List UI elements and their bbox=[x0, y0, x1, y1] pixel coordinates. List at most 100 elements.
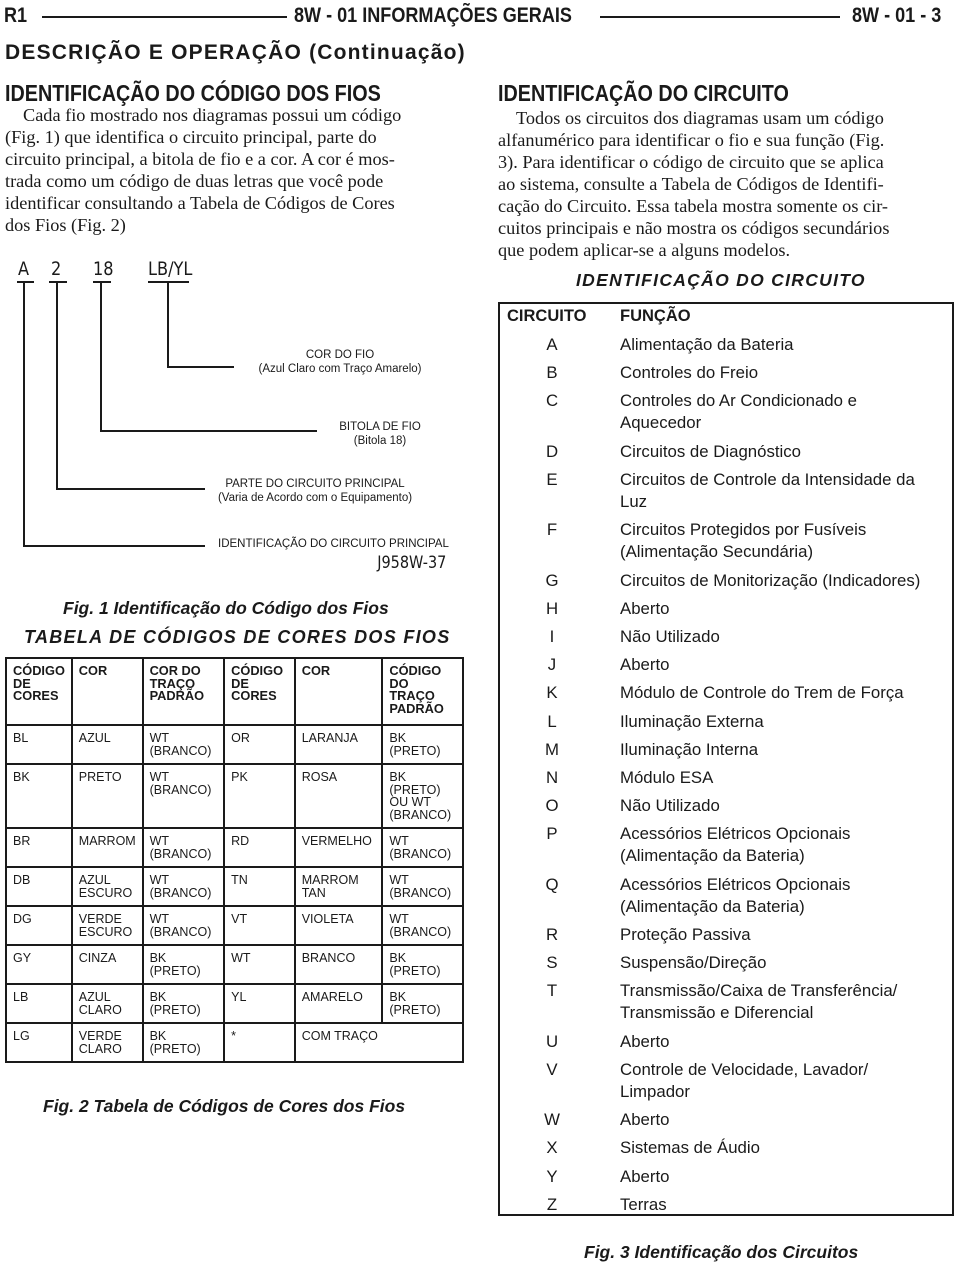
circuit-code: E bbox=[546, 469, 558, 489]
circuit-code: G bbox=[545, 570, 559, 590]
table-cell: BR bbox=[5, 827, 73, 868]
wire-code-heading: IDENTIFICAÇÃO DO CÓDIGO DOS FIOS bbox=[5, 80, 381, 106]
circuit-function: Circuitos de Monitorização (Indicadores) bbox=[620, 570, 921, 590]
table-row: DB AZUL ESCURO WT (BRANCO) TN MARROM TAN… bbox=[5, 866, 464, 907]
header-cell: CÓDIGO DE CORES bbox=[5, 657, 73, 726]
table-cell: AZUL ESCURO bbox=[70, 866, 144, 907]
leader-color bbox=[167, 282, 234, 368]
circuit-table-title: IDENTIFICAÇÃO DO CIRCUITO bbox=[576, 270, 866, 290]
circuit-code: O bbox=[545, 796, 559, 816]
circuit-id-paragraph: Todos os circuitos dos diagramas usam um… bbox=[498, 107, 957, 261]
table-cell: BK (PRETO) bbox=[381, 983, 464, 1024]
table-cell: VERDE ESCURO bbox=[70, 905, 144, 946]
label-wire-color: COR DO FIO (Azul Claro com Traço Amarelo… bbox=[258, 349, 422, 375]
circuit-function: Acessórios Elétricos Opcionais (Alimenta… bbox=[620, 874, 851, 916]
header-cell: COR bbox=[70, 657, 144, 726]
circuit-function: Não Utilizado bbox=[620, 796, 720, 816]
table-row: BR MARROM WT (BRANCO) RD VERMELHO WT (BR… bbox=[5, 827, 464, 868]
circuit-column-header: CIRCUITO bbox=[507, 307, 587, 325]
circuit-code: A bbox=[546, 335, 558, 354]
circuit-code: K bbox=[546, 683, 558, 703]
figure3-caption: Fig. 3 Identificação dos Circuitos bbox=[584, 1242, 859, 1262]
figure-reference-code: J958W-37 bbox=[376, 553, 446, 573]
circuit-code: V bbox=[546, 1059, 558, 1079]
circuit-code: I bbox=[549, 626, 555, 646]
circuit-function: Aberto bbox=[620, 598, 670, 618]
color-table-title: TABELA DE CÓDIGOS DE CORES DOS FIOS bbox=[24, 627, 451, 647]
circuit-code: S bbox=[546, 953, 558, 973]
header-chapter-title: 8W - 01 INFORMAÇÕES GERAIS bbox=[294, 4, 572, 27]
circuit-function: Terras bbox=[620, 1194, 667, 1214]
table-cell: BK (PRETO) bbox=[141, 944, 226, 985]
leader-main bbox=[23, 282, 205, 547]
circuit-code: X bbox=[546, 1138, 558, 1158]
table-cell: GY bbox=[5, 944, 73, 985]
table-cell: OR bbox=[223, 724, 296, 765]
circuit-function: Aberto bbox=[620, 655, 670, 675]
circuit-function: Aberto bbox=[620, 1031, 670, 1051]
table-cell: RD bbox=[223, 827, 296, 868]
circuit-function: Sistemas de Áudio bbox=[620, 1138, 760, 1158]
circuit-function: Não Utilizado bbox=[620, 626, 720, 646]
code-gauge: 18 bbox=[93, 258, 114, 280]
table-cell: DG bbox=[5, 905, 73, 946]
circuit-function: Iluminação Externa bbox=[620, 711, 764, 731]
table-cell: TN bbox=[223, 866, 296, 907]
circuit-function: Circuitos de Controle da Intensidade da … bbox=[620, 469, 915, 511]
paragraph-line: Todos os circuitos dos diagramas usam um… bbox=[516, 108, 884, 128]
paragraph-line: cuitos principais e não mostra os código… bbox=[498, 218, 890, 238]
paragraph-line: que podem aplicar-se a alguns modelos. bbox=[498, 240, 791, 260]
circuit-id-heading: IDENTIFICAÇÃO DO CIRCUITO bbox=[498, 80, 789, 106]
paragraph-line: (Fig. 1) que identifica o circuito princ… bbox=[5, 127, 377, 147]
table-cell: BK (PRETO) OU WT (BRANCO) bbox=[381, 763, 464, 829]
header-cell: COR bbox=[293, 657, 384, 726]
table-row: LG VERDE CLARO BK (PRETO) * COM TRAÇO bbox=[5, 1022, 465, 1063]
circuit-code: Z bbox=[546, 1194, 558, 1214]
table-row: GY CINZA BK (PRETO) WT BRANCO BK (PRETO) bbox=[5, 944, 464, 985]
table-cell: VERMELHO bbox=[293, 827, 384, 868]
leader-part bbox=[56, 282, 205, 490]
code-circuit: A bbox=[18, 258, 30, 280]
table-cell: WT (BRANCO) bbox=[381, 905, 464, 946]
circuit-code: L bbox=[547, 711, 557, 731]
paragraph-line: Cada fio mostrado nos diagramas possui u… bbox=[23, 105, 402, 125]
table-cell: BK (PRETO) bbox=[141, 1022, 226, 1063]
table-cell: BRANCO bbox=[293, 944, 384, 985]
circuit-code: C bbox=[545, 391, 559, 411]
paragraph-line: circuito principal, a bitola de fio e a … bbox=[5, 149, 395, 169]
diagram-leader-lines bbox=[17, 281, 317, 547]
table-cell: BK (PRETO) bbox=[381, 724, 464, 765]
table-cell: MARROM TAN bbox=[293, 866, 384, 907]
label-main-circuit: IDENTIFICAÇÃO DO CIRCUITO PRINCIPAL bbox=[218, 538, 449, 550]
circuit-function: Circuitos Protegidos por Fusíveis (Alime… bbox=[620, 520, 867, 562]
table-cell: BK bbox=[5, 763, 73, 829]
table-header-row: CÓDIGO DE CORES COR COR DO TRAÇO PADRÃO … bbox=[5, 657, 464, 726]
label-wire-gauge: BITOLA DE FIO (Bitola 18) bbox=[339, 421, 421, 447]
circuit-function: Aberto bbox=[620, 1110, 670, 1130]
circuit-code: R bbox=[545, 924, 559, 944]
table-row: DG VERDE ESCURO WT (BRANCO) VT VIOLETA W… bbox=[5, 905, 464, 946]
circuit-code: T bbox=[546, 981, 558, 1001]
table-cell: PK bbox=[223, 763, 296, 829]
table-cell: DB bbox=[5, 866, 73, 907]
circuit-function: Transmissão/Caixa de Transferência/ Tran… bbox=[620, 981, 898, 1023]
paragraph-line: ao sistema, consulte a Tabela de Códigos… bbox=[498, 174, 884, 194]
table-cell: BK (PRETO) bbox=[141, 983, 226, 1024]
label-circuit-part: PARTE DO CIRCUITO PRINCIPAL (Varia de Ac… bbox=[217, 478, 413, 504]
paragraph-line: dos Fios (Fig. 2) bbox=[5, 215, 126, 235]
table-cell: MARROM bbox=[70, 827, 144, 868]
circuit-function: Suspensão/Direção bbox=[620, 953, 767, 973]
figure1-caption: Fig. 1 Identificação do Código dos Fios bbox=[63, 598, 389, 618]
paragraph-line: identificar consultando a Tabela de Códi… bbox=[5, 193, 395, 213]
table-cell: * bbox=[223, 1022, 296, 1063]
circuit-function: Iluminação Interna bbox=[620, 739, 759, 759]
table-cell: WT (BRANCO) bbox=[141, 763, 226, 829]
paragraph-line: cação do Circuito. Essa tabela mostra so… bbox=[498, 196, 889, 216]
header-cell: CÓDIGO DO TRAÇO PADRÃO bbox=[381, 657, 464, 726]
table-cell: BK (PRETO) bbox=[381, 944, 464, 985]
circuit-code: J bbox=[547, 655, 557, 675]
circuit-code: F bbox=[546, 520, 558, 540]
circuit-code: Q bbox=[545, 874, 559, 894]
circuit-function: Controles do Freio bbox=[620, 363, 759, 383]
circuit-function: Módulo de Controle do Trem de Força bbox=[620, 683, 904, 703]
